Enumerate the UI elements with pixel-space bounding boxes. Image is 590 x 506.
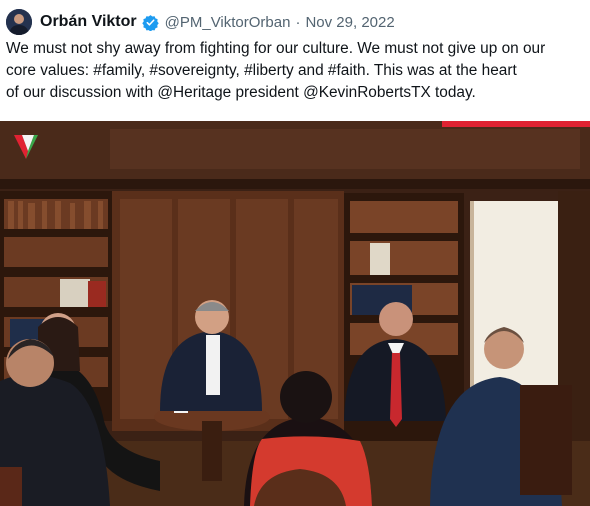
tweet-text: We must not shy away from fighting for o… [6, 38, 584, 104]
verified-badge-icon [141, 14, 159, 31]
author-handle[interactable]: @PM_ViktorOrban [165, 14, 291, 31]
author-name[interactable]: Orbán Viktor [40, 13, 137, 31]
tweet-date[interactable]: Nov 29, 2022 [305, 14, 394, 31]
meeting-photo-illustration [0, 121, 590, 506]
channel-logo-icon [12, 133, 40, 161]
tweet-text-line: of our discussion with @Heritage preside… [6, 84, 476, 101]
tweet-text-line: core values: #family, #sovereignty, #lib… [6, 62, 517, 79]
avatar[interactable] [6, 9, 32, 35]
accent-bar [442, 121, 590, 127]
tweet-header: Orbán Viktor @PM_ViktorOrban · Nov 29, 2… [6, 8, 395, 36]
tweet-text-line: We must not shy away from fighting for o… [6, 40, 546, 57]
header-separator: · [295, 13, 301, 31]
tweet-photo[interactable] [0, 121, 590, 506]
